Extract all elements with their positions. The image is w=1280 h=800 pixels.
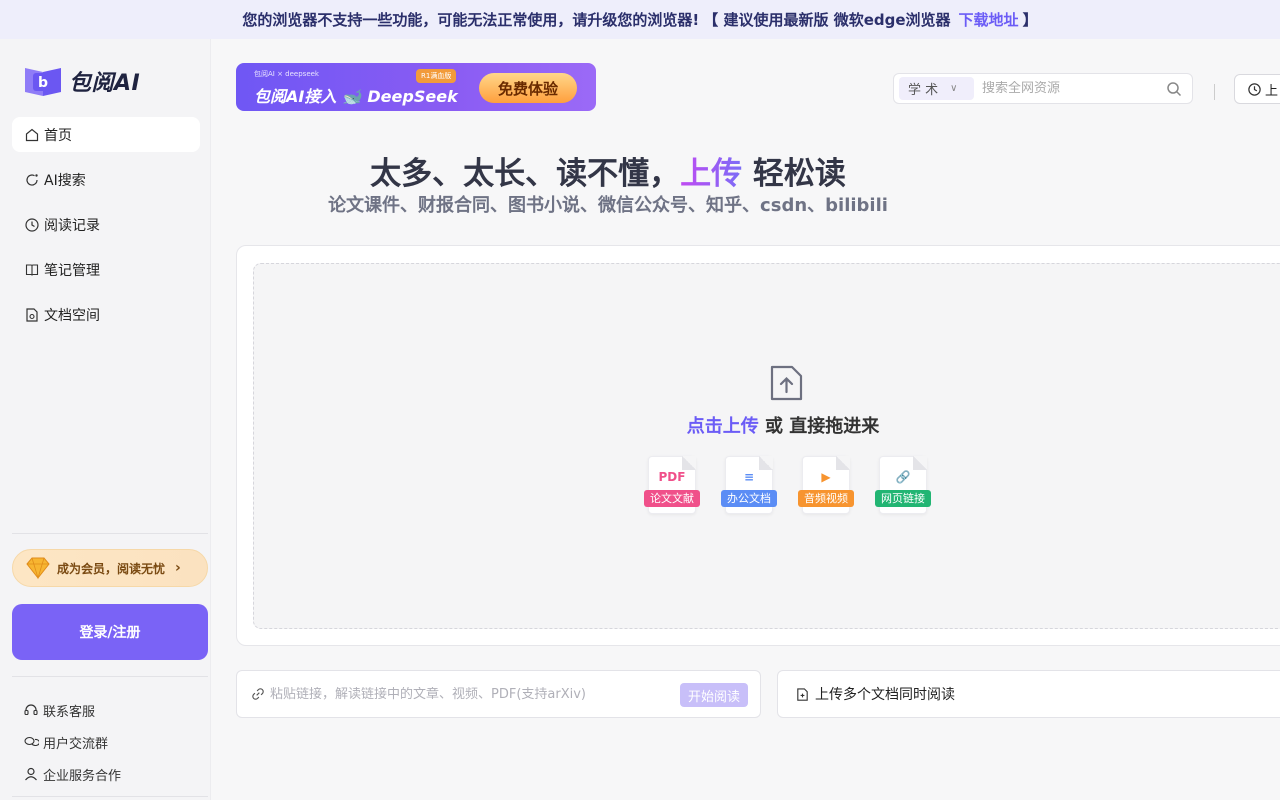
search-bar: 学 术 ∨: [893, 73, 1193, 104]
user-group-link[interactable]: 用户交流群: [23, 726, 121, 758]
search-scope-label: 学 术: [908, 83, 939, 98]
download-link[interactable]: 下载地址: [959, 9, 1019, 30]
multi-upload-button[interactable]: 上传多个文档同时阅读: [777, 670, 1280, 718]
start-reading-button[interactable]: 开始阅读: [680, 683, 748, 707]
header-divider: [1214, 84, 1215, 100]
sidebar-item-history[interactable]: 阅读记录: [12, 207, 200, 242]
sidebar: b 包阅AI 首页 AI搜索 阅读记录 笔记管理 文档空间 成为会员，阅读无忧 …: [0, 39, 211, 800]
link-input[interactable]: [270, 686, 670, 702]
sidebar-item-doc-space[interactable]: 文档空间: [12, 297, 200, 332]
promo-cta-button[interactable]: 免费体验: [479, 73, 577, 103]
sidebar-item-notes[interactable]: 笔记管理: [12, 252, 200, 287]
file-type-office: ≡ 办公文档: [721, 456, 777, 516]
contact-support-link[interactable]: 联系客服: [23, 694, 121, 726]
sidebar-nav: 首页 AI搜索 阅读记录 笔记管理 文档空间: [12, 117, 200, 342]
upload-dropzone[interactable]: 点击上传 或 直接拖进来 PDF 论文文献 ≡ 办公文档 ▶ 音频视频 🔗 网页: [253, 263, 1280, 629]
play-icon: ▶: [821, 470, 831, 484]
upload-click-text: 点击上传: [686, 416, 759, 437]
diamond-icon: [26, 557, 50, 580]
hero-title: 太多、太长、读不懂，上传 轻松读: [236, 148, 1280, 193]
multi-upload-label: 上传多个文档同时阅读: [815, 687, 955, 703]
logo-book-icon: b: [23, 64, 63, 98]
brand-name: 包阅AI: [69, 71, 141, 96]
promo-small-text: 包阅AI × deepseek: [254, 70, 319, 78]
chat-icon: [24, 736, 39, 747]
link-parse-box: 开始阅读: [236, 670, 761, 718]
headset-icon: [24, 704, 38, 716]
hero-subtitle-text: 论文课件、财报合同、图书小说、微信公众号、知乎、csdn、bilibili: [328, 195, 888, 216]
upload-drag-text: 或 直接拖进来: [758, 416, 880, 437]
notebook-icon: [25, 263, 39, 276]
sidebar-divider: [12, 533, 208, 534]
hero-title-suffix: 轻松读: [742, 156, 846, 192]
chevron-right-icon: ›: [175, 560, 181, 576]
upload-instruction: 点击上传 或 直接拖进来: [254, 412, 1280, 438]
deepseek-promo-banner[interactable]: 包阅AI × deepseek 包阅AI接入 🐋 DeepSeek R1满血版 …: [236, 63, 596, 111]
footer-link-label: 用户交流群: [43, 736, 109, 752]
file-type-label: 音频视频: [798, 490, 854, 507]
sidebar-divider: [12, 796, 208, 797]
hero-subtitle: 论文课件、财报合同、图书小说、微信公众号、知乎、csdn、bilibili: [236, 191, 1280, 217]
link-icon: 🔗: [895, 470, 911, 484]
history-button-label: 上: [1265, 83, 1279, 99]
banner-suggest: 【 建议使用最新版 微软edge浏览器: [703, 11, 951, 29]
sidebar-item-label: 笔记管理: [44, 262, 100, 279]
file-type-web: 🔗 网页链接: [875, 456, 931, 516]
promo-headline: 包阅AI接入 🐋 DeepSeek: [254, 87, 458, 106]
sidebar-item-ai-search[interactable]: AI搜索: [12, 162, 200, 197]
enterprise-cooperation-link[interactable]: 企业服务合作: [23, 758, 121, 790]
clock-icon: [1248, 82, 1261, 96]
vip-label: 成为会员，阅读无忧: [57, 561, 166, 576]
document-icon: [26, 307, 38, 322]
footer-link-label: 联系客服: [43, 704, 96, 720]
hero-title-prefix: 太多、太长、读不懂，: [370, 156, 681, 192]
file-type-label: 论文文献: [644, 490, 700, 507]
sidebar-item-home[interactable]: 首页: [12, 117, 200, 152]
user-icon: [25, 767, 37, 781]
file-type-list: PDF 论文文献 ≡ 办公文档 ▶ 音频视频 🔗 网页链接: [644, 456, 952, 516]
vip-membership-button[interactable]: 成为会员，阅读无忧 ›: [12, 549, 208, 587]
link-icon: [252, 688, 264, 700]
hero-title-accent: 上传: [680, 156, 743, 192]
upload-file-icon: [770, 365, 803, 401]
file-type-label: 办公文档: [721, 490, 777, 507]
home-icon: [25, 128, 39, 141]
sidebar-item-label: AI搜索: [44, 172, 86, 189]
text-lines-icon: ≡: [743, 470, 755, 484]
ai-search-icon: [26, 173, 38, 186]
search-scope-select[interactable]: 学 术 ∨: [899, 77, 974, 100]
chevron-down-icon: ∨: [950, 83, 958, 94]
footer-link-label: 企业服务合作: [43, 768, 122, 784]
sidebar-item-label: 文档空间: [44, 307, 100, 324]
file-type-label: 网页链接: [875, 490, 931, 507]
history-button[interactable]: 上: [1234, 74, 1280, 104]
sidebar-divider: [12, 676, 208, 677]
logo[interactable]: b 包阅AI: [23, 64, 140, 98]
banner-close-bracket: 】: [1022, 11, 1038, 29]
login-register-button[interactable]: 登录/注册: [12, 604, 208, 660]
banner-message: 您的浏览器不支持一些功能，可能无法正常使用，请升级您的浏览器!: [242, 11, 700, 29]
search-input[interactable]: [982, 81, 1162, 96]
svg-text:b: b: [38, 75, 48, 91]
file-type-media: ▶ 音频视频: [798, 456, 854, 516]
search-icon[interactable]: [1166, 81, 1182, 97]
sidebar-item-label: 首页: [44, 127, 72, 144]
pdf-icon: PDF: [658, 470, 686, 484]
browser-warning-banner: 您的浏览器不支持一些功能，可能无法正常使用，请升级您的浏览器! 【 建议使用最新…: [0, 0, 1280, 39]
file-add-icon: [797, 687, 808, 701]
sidebar-footer: 联系客服 用户交流群 企业服务合作: [23, 694, 121, 790]
upload-card: 点击上传 或 直接拖进来 PDF 论文文献 ≡ 办公文档 ▶ 音频视频 🔗 网页: [236, 245, 1280, 646]
sidebar-item-label: 阅读记录: [44, 217, 100, 234]
promo-tag: R1满血版: [416, 69, 457, 83]
clock-icon: [25, 217, 39, 232]
file-type-pdf: PDF 论文文献: [644, 456, 700, 516]
